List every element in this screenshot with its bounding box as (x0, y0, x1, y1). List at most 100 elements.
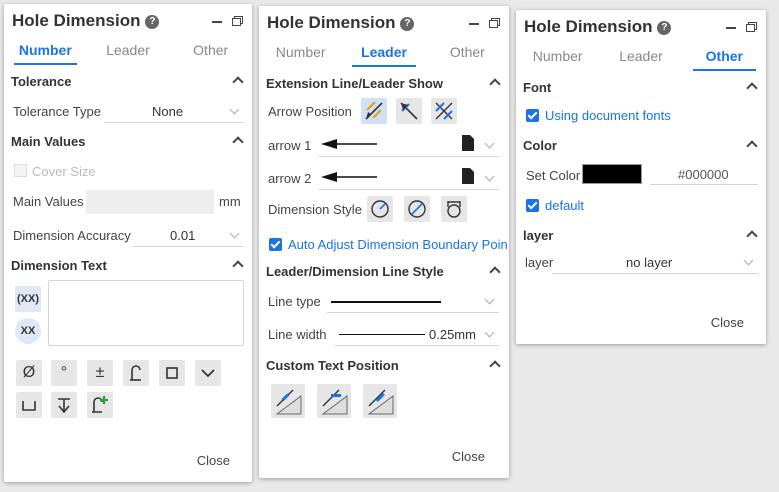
arrow-inside-icon[interactable] (361, 98, 387, 124)
line-preview (331, 301, 441, 303)
dimension-style-row: Dimension Style (259, 196, 509, 228)
close-button[interactable]: Close (197, 453, 230, 468)
arrow-position-label: Arrow Position (268, 104, 352, 119)
file-icon (462, 168, 474, 184)
tolerance-type-select[interactable]: None (104, 102, 244, 123)
circle-diameter-icon[interactable] (404, 196, 430, 222)
accuracy-select[interactable]: 0.01 (132, 226, 244, 247)
text-position-3-icon[interactable] (363, 384, 397, 418)
minimize-icon[interactable] (212, 21, 222, 23)
tab-leader[interactable]: Leader (87, 38, 170, 68)
degree-icon[interactable]: ° (51, 360, 77, 386)
chevron-down-icon (229, 104, 240, 115)
tab-number[interactable]: Number (4, 38, 87, 68)
panel-header: Hole Dimension? (259, 6, 509, 40)
set-color-row: Set Color #000000 (516, 160, 766, 192)
main-values-input[interactable] (86, 190, 214, 214)
chevron-down-icon (484, 138, 495, 149)
help-icon[interactable]: ? (400, 17, 415, 31)
check-icon (526, 199, 539, 212)
cover-size-checkbox[interactable] (14, 164, 27, 177)
section-font[interactable]: Font (516, 74, 766, 102)
check-icon (526, 109, 539, 122)
section-color[interactable]: Color (516, 132, 766, 160)
tolerance-type-row: Tolerance Type None (4, 96, 252, 128)
xx-oval-icon[interactable]: XX (15, 318, 41, 344)
custom-text-options (259, 380, 509, 424)
tab-other[interactable]: Other (683, 44, 766, 74)
layer-label: layer (525, 255, 554, 270)
square-icon[interactable] (159, 360, 185, 386)
tab-number[interactable]: Number (259, 40, 342, 70)
section-main-values[interactable]: Main Values (4, 128, 252, 156)
section-tolerance[interactable]: Tolerance (4, 68, 252, 96)
minimize-icon[interactable] (726, 27, 736, 29)
tab-leader[interactable]: Leader (599, 44, 682, 74)
panel-title: Hole Dimension? (524, 17, 672, 37)
default-color-checkbox[interactable]: default (526, 198, 584, 213)
chevron-up-icon[interactable] (746, 140, 758, 152)
line-type-select[interactable] (327, 292, 499, 313)
chevron-up-icon[interactable] (746, 230, 758, 242)
tab-other[interactable]: Other (169, 38, 252, 68)
section-extension-line[interactable]: Extension Line/Leader Show (259, 70, 509, 98)
main-values-row: Main Values mm (4, 186, 252, 220)
close-button[interactable]: Close (452, 449, 485, 464)
unit-label: mm (219, 194, 241, 209)
chevron-up-icon[interactable] (489, 78, 501, 90)
tab-bar: Number Leader Other (259, 40, 509, 70)
arrow2-row: arrow 2 (259, 163, 509, 196)
diameter-icon[interactable]: Ø (16, 360, 42, 386)
restore-icon[interactable] (232, 16, 243, 26)
chevron-up-icon[interactable] (489, 266, 501, 278)
chevron-down-icon[interactable] (195, 360, 221, 386)
close-button[interactable]: Close (711, 315, 744, 330)
chevron-up-icon[interactable] (746, 82, 758, 94)
chevron-down-icon (484, 294, 495, 305)
help-icon[interactable]: ? (145, 15, 160, 29)
tab-leader[interactable]: Leader (342, 40, 425, 70)
arrow2-select[interactable] (319, 168, 499, 190)
restore-icon[interactable] (746, 22, 757, 32)
centerline-icon[interactable] (123, 360, 149, 386)
color-hex-input[interactable]: #000000 (650, 164, 758, 185)
panel-header: Hole Dimension? (516, 10, 766, 44)
depth-icon[interactable] (51, 392, 77, 418)
cover-size-label: Cover Size (32, 164, 96, 179)
chevron-up-icon[interactable] (232, 260, 244, 272)
chevron-down-icon (484, 171, 495, 182)
xx-paren-icon[interactable]: (XX) (15, 286, 41, 312)
arrow-both-icon[interactable] (431, 98, 457, 124)
main-values-label: Main Values (13, 194, 84, 209)
tab-number[interactable]: Number (516, 44, 599, 74)
layer-select[interactable]: no layer (552, 253, 758, 274)
arrow-outside-icon[interactable] (396, 98, 422, 124)
add-symbol-icon[interactable] (87, 392, 113, 418)
plus-minus-icon[interactable]: ± (87, 360, 113, 386)
arrow1-select[interactable] (319, 135, 499, 157)
auto-adjust-checkbox[interactable]: Auto Adjust Dimension Boundary Poin (269, 237, 508, 252)
text-position-1-icon[interactable] (271, 384, 305, 418)
help-icon[interactable]: ? (657, 21, 672, 35)
chevron-up-icon[interactable] (232, 136, 244, 148)
circle-radius-icon[interactable] (367, 196, 393, 222)
panel-leader: Hole Dimension? Number Leader Other Exte… (259, 6, 509, 478)
minimize-icon[interactable] (469, 23, 479, 25)
counterbore-icon[interactable] (16, 392, 42, 418)
tab-other[interactable]: Other (426, 40, 509, 70)
line-width-select[interactable]: 0.25mm (335, 325, 499, 346)
color-swatch[interactable] (582, 164, 642, 184)
using-doc-fonts-checkbox[interactable]: Using document fonts (526, 108, 671, 123)
chevron-down-icon (229, 228, 240, 239)
text-position-2-icon[interactable] (317, 384, 351, 418)
section-layer[interactable]: layer (516, 222, 766, 250)
dimension-text-input[interactable] (48, 280, 244, 346)
chevron-up-icon[interactable] (489, 360, 501, 372)
section-dimension-text[interactable]: Dimension Text (4, 252, 252, 280)
circle-linear-icon[interactable] (441, 196, 467, 222)
chevron-up-icon[interactable] (232, 76, 244, 88)
restore-icon[interactable] (489, 18, 500, 28)
section-custom-text[interactable]: Custom Text Position (259, 352, 509, 380)
section-line-style[interactable]: Leader/Dimension Line Style (259, 258, 509, 286)
accuracy-row: Dimension Accuracy 0.01 (4, 220, 252, 252)
